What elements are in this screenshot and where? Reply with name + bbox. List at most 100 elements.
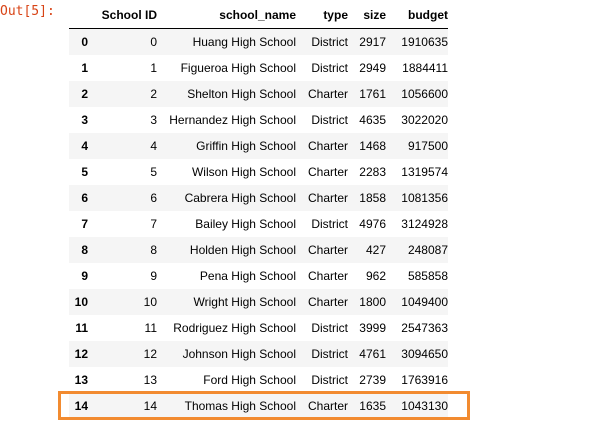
cell-school-name: Ford High School bbox=[203, 373, 296, 387]
header-row: School ID school_name type size budget bbox=[69, 2, 448, 29]
cell-school-name: Figueroa High School bbox=[180, 61, 296, 75]
cell-size: 4761 bbox=[359, 347, 386, 361]
cell-type: Charter bbox=[307, 139, 348, 153]
cell-school-id: 1 bbox=[150, 61, 157, 75]
header-budget: budget bbox=[386, 2, 448, 29]
table-header: School ID school_name type size budget bbox=[69, 2, 448, 29]
cell-size: 1858 bbox=[359, 191, 386, 205]
cell-school-id: 6 bbox=[150, 191, 157, 205]
cell-budget: 917500 bbox=[407, 139, 448, 153]
cell-index: 4 bbox=[81, 139, 88, 153]
header-school-name: school_name bbox=[157, 2, 296, 29]
cell-size: 3999 bbox=[359, 321, 386, 335]
cell-budget: 248087 bbox=[407, 243, 448, 257]
cell-school-name: Hernandez High School bbox=[169, 113, 296, 127]
cell-school-name: Huang High School bbox=[192, 35, 296, 49]
cell-school-id: 13 bbox=[143, 373, 157, 387]
cell-size: 1800 bbox=[359, 295, 386, 309]
dataframe-table: School ID school_name type size budget 0… bbox=[69, 2, 448, 419]
table-body: 0 0 Huang High School District 2917 1910635 1 1… bbox=[69, 28, 448, 419]
cell-school-id: 2 bbox=[150, 87, 157, 101]
cell-index: 3 bbox=[81, 113, 88, 127]
cell-size: 2283 bbox=[359, 165, 386, 179]
cell-school-id: 0 bbox=[150, 35, 157, 49]
cell-school-name: Rodriguez High School bbox=[173, 321, 296, 335]
cell-type: District bbox=[311, 35, 348, 49]
cell-school-name: Griffin High School bbox=[196, 139, 296, 153]
table-row: 9 9 Pena High School Charter 962 585858 bbox=[69, 263, 448, 289]
cell-budget: 1056600 bbox=[401, 87, 448, 101]
cell-index: 1 bbox=[81, 61, 88, 75]
cell-school-name: Johnson High School bbox=[182, 347, 296, 361]
cell-index: 13 bbox=[74, 373, 88, 387]
cell-school-id: 10 bbox=[143, 295, 157, 309]
header-index bbox=[69, 2, 88, 29]
table-row: 0 0 Huang High School District 2917 1910635 bbox=[69, 28, 448, 55]
cell-index: 0 bbox=[81, 35, 88, 49]
cell-size: 2949 bbox=[359, 61, 386, 75]
cell-school-id: 3 bbox=[150, 113, 157, 127]
cell-index: 14 bbox=[74, 399, 88, 413]
cell-type: Charter bbox=[307, 87, 348, 101]
cell-type: District bbox=[311, 347, 348, 361]
table-row: 10 10 Wright High School Charter 1800 1049400 bbox=[69, 289, 448, 315]
cell-budget: 1043130 bbox=[401, 399, 448, 413]
cell-budget: 1763916 bbox=[401, 373, 448, 387]
cell-school-id: 8 bbox=[150, 243, 157, 257]
table-row: 11 11 Rodriguez High School District 3999 254… bbox=[69, 315, 448, 341]
cell-school-id: 11 bbox=[144, 321, 157, 335]
cell-size: 1635 bbox=[359, 399, 386, 413]
cell-size: 962 bbox=[365, 269, 386, 283]
cell-budget: 1884411 bbox=[402, 61, 448, 75]
table-row: 3 3 Hernandez High School District 4635 30220… bbox=[69, 107, 448, 133]
cell-type: Charter bbox=[307, 191, 348, 205]
cell-school-id: 5 bbox=[150, 165, 157, 179]
table-row: 4 4 Griffin High School Charter 1468 917500 bbox=[69, 133, 448, 159]
cell-school-name: Wilson High School bbox=[191, 165, 296, 179]
cell-type: Charter bbox=[307, 243, 348, 257]
table-row: 8 8 Holden High School Charter 427 248087 bbox=[69, 237, 448, 263]
cell-size: 427 bbox=[365, 243, 386, 257]
cell-index: 11 bbox=[75, 321, 88, 335]
table-row: 6 6 Cabrera High School Charter 1858 1081356 bbox=[69, 185, 448, 211]
table-row: 13 13 Ford High School District 2739 1763916 bbox=[69, 367, 448, 393]
cell-budget: 585858 bbox=[407, 269, 448, 283]
cell-school-name: Thomas High School bbox=[184, 399, 296, 413]
cell-index: 9 bbox=[81, 269, 88, 283]
cell-size: 4976 bbox=[359, 217, 386, 231]
cell-school-name: Holden High School bbox=[189, 243, 296, 257]
cell-budget: 1081356 bbox=[401, 191, 448, 205]
cell-size: 1761 bbox=[359, 87, 386, 101]
cell-type: District bbox=[311, 321, 348, 335]
cell-type: Charter bbox=[307, 165, 348, 179]
cell-school-id: 14 bbox=[143, 399, 157, 413]
cell-budget: 1319574 bbox=[401, 165, 448, 179]
header-school-id: School ID bbox=[88, 2, 157, 29]
cell-size: 2739 bbox=[359, 373, 386, 387]
table-row: 2 2 Shelton High School Charter 1761 1056600 bbox=[69, 81, 448, 107]
cell-index: 7 bbox=[81, 217, 88, 231]
cell-budget: 3022020 bbox=[401, 113, 448, 127]
cell-type: District bbox=[311, 217, 348, 231]
cell-index: 10 bbox=[74, 295, 88, 309]
cell-budget: 3094650 bbox=[401, 347, 448, 361]
table-row: 14 14 Thomas High School Charter 1635 1043130 bbox=[69, 393, 448, 419]
cell-school-id: 12 bbox=[143, 347, 157, 361]
cell-school-name: Pena High School bbox=[199, 269, 296, 283]
cell-index: 2 bbox=[81, 87, 88, 101]
table-row: 12 12 Johnson High School District 4761 30946… bbox=[69, 341, 448, 367]
cell-index: 6 bbox=[81, 191, 88, 205]
output-prompt: Out[5]: bbox=[0, 4, 55, 19]
table-row: 7 7 Bailey High School District 4976 3124928 bbox=[69, 211, 448, 237]
cell-school-name: Bailey High School bbox=[195, 217, 296, 231]
cell-budget: 3124928 bbox=[401, 217, 448, 231]
cell-type: District bbox=[311, 373, 348, 387]
cell-type: Charter bbox=[307, 399, 348, 413]
cell-school-name: Cabrera High School bbox=[184, 191, 296, 205]
header-type: type bbox=[296, 2, 348, 29]
cell-budget: 1049400 bbox=[401, 295, 448, 309]
cell-budget: 1910635 bbox=[401, 35, 448, 49]
cell-size: 1468 bbox=[359, 139, 386, 153]
cell-index: 5 bbox=[81, 165, 88, 179]
cell-school-id: 7 bbox=[150, 217, 157, 231]
